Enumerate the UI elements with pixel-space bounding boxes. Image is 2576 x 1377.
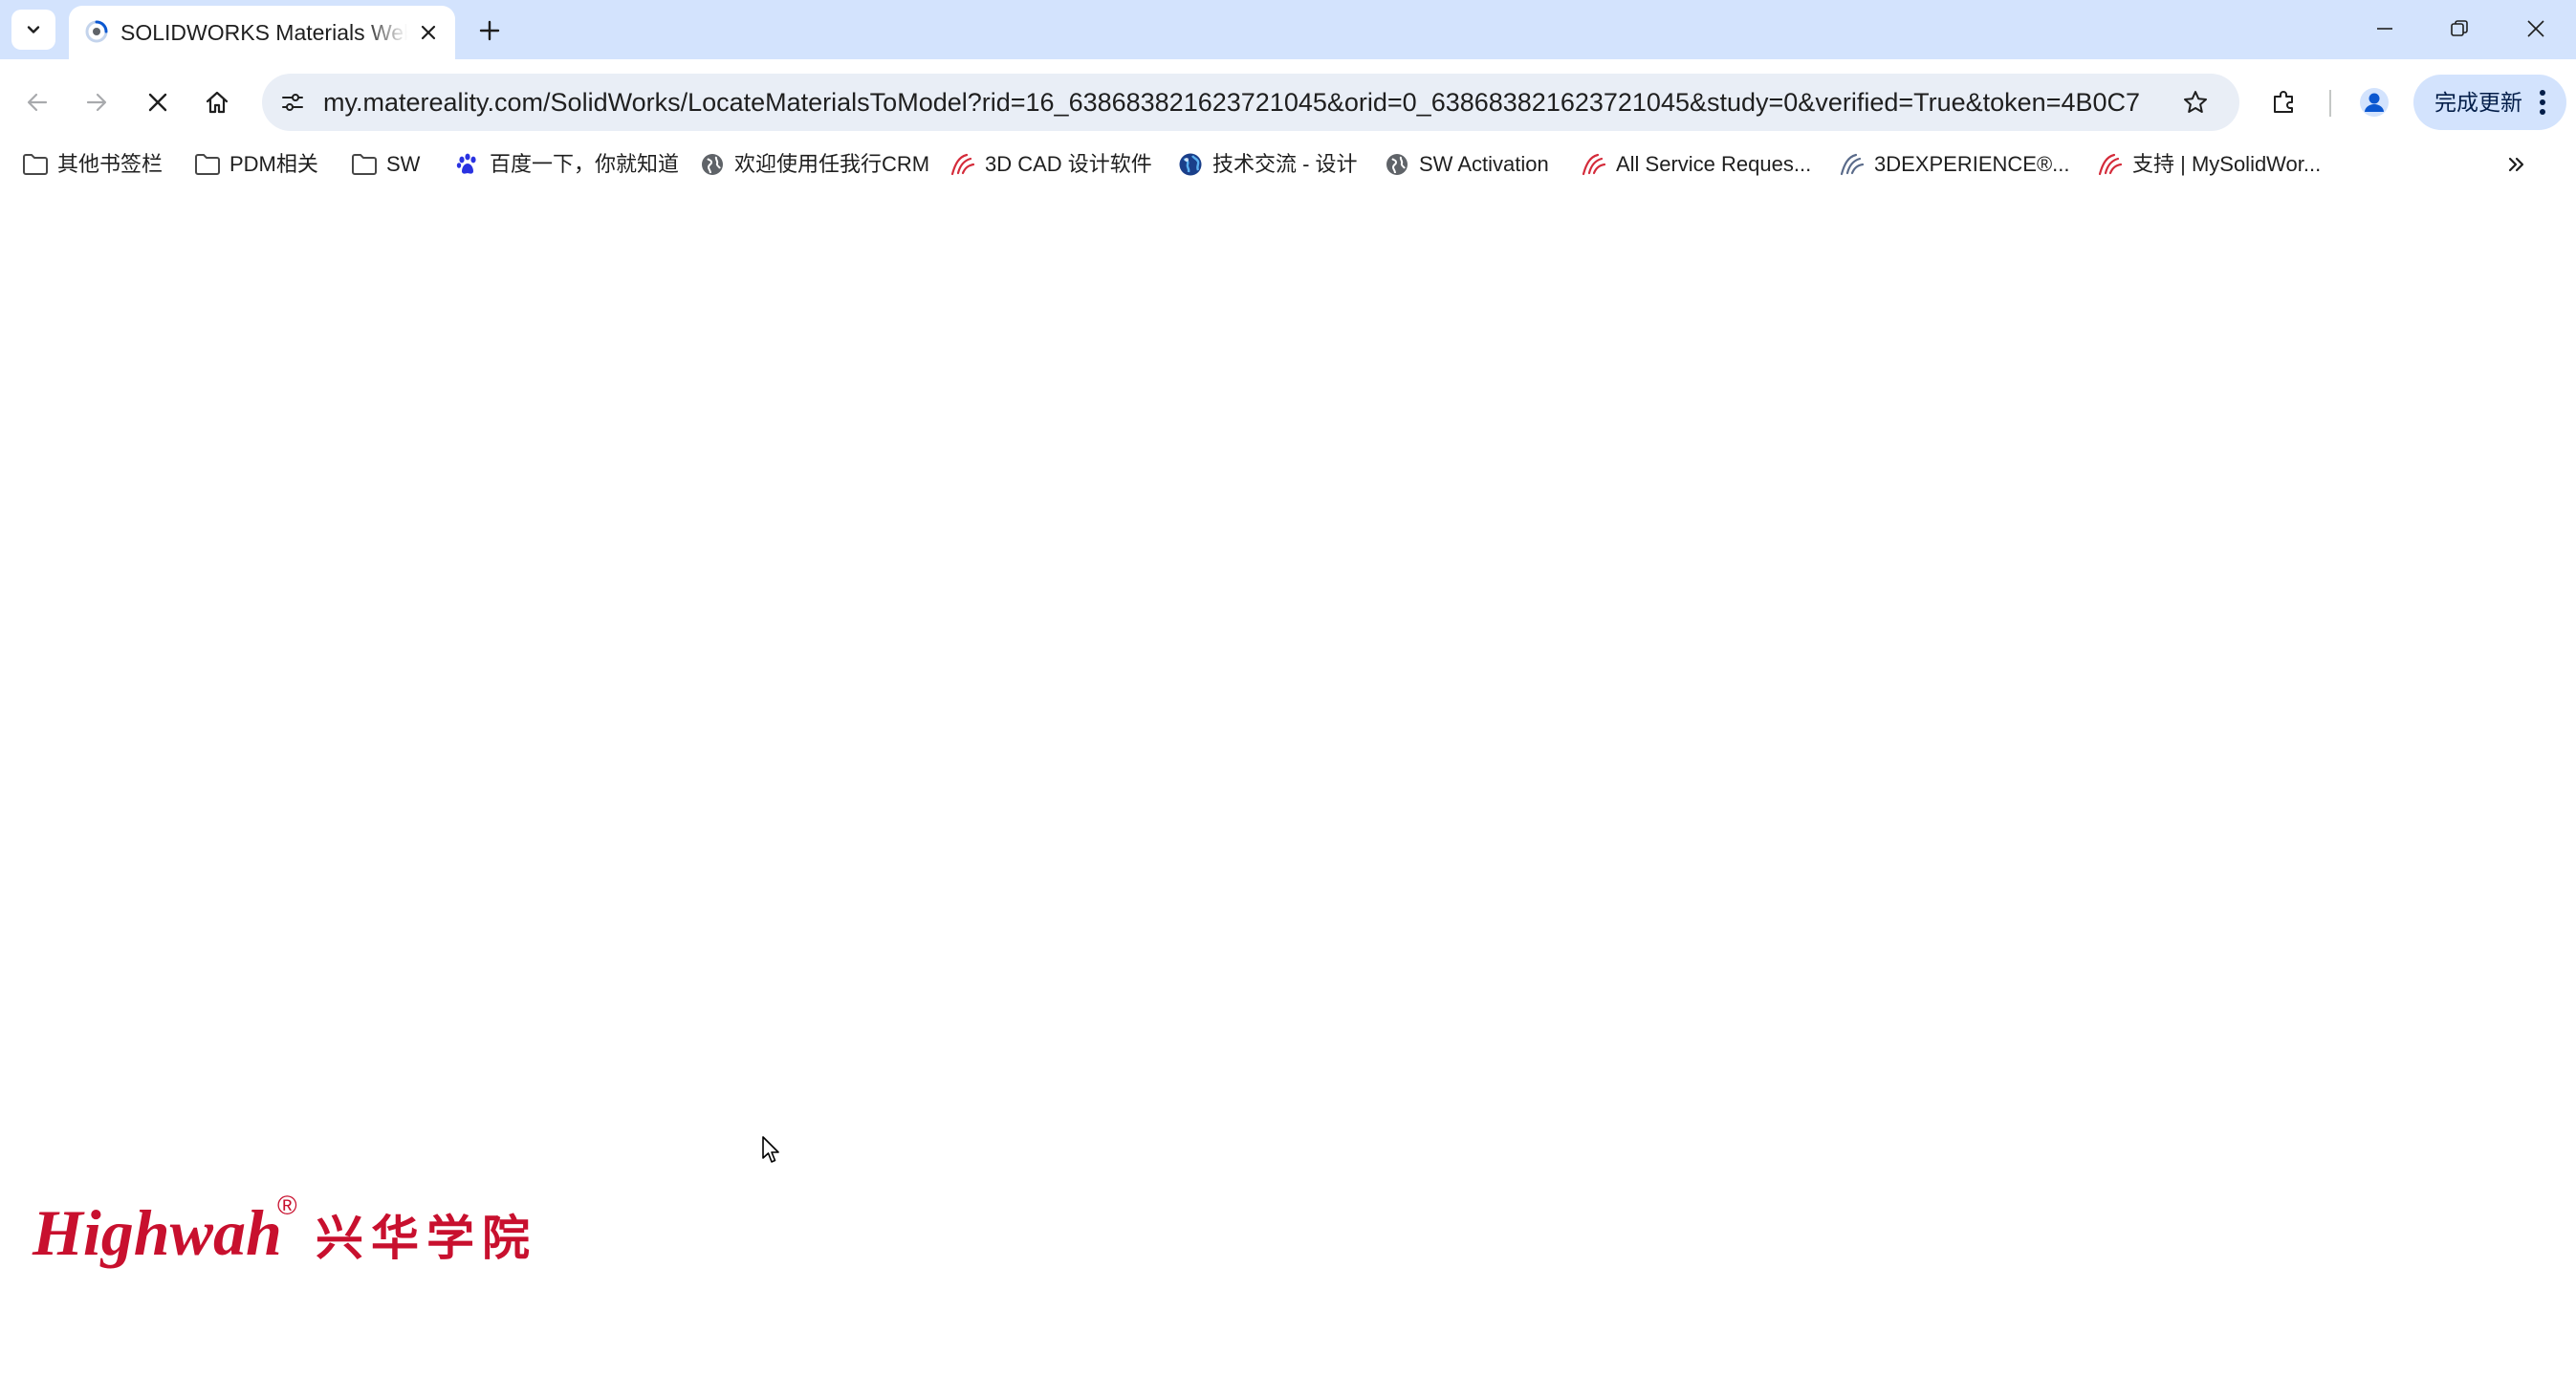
globe-icon [698,150,727,179]
highwah-watermark-logo: Highwah ® 兴华学院 [32,1191,537,1269]
more-menu-button[interactable] [2526,83,2559,121]
avatar-icon [2360,88,2389,117]
update-button[interactable]: 完成更新 [2413,75,2566,130]
chevron-double-right-icon [2508,157,2524,172]
home-icon [206,91,229,114]
folder-icon [21,150,50,179]
browser-window: SOLIDWORKS Materials Web my.matereality.… [0,0,2576,1377]
watermark-cn-text: 兴华学院 [316,1211,537,1266]
chevron-down-icon [27,26,40,33]
puzzle-icon [2274,91,2293,113]
tab-close-button[interactable] [413,17,444,48]
ds-logo-icon [1838,150,1867,179]
bookmark-item[interactable]: 技术交流 - 设计 [1176,145,1358,184]
toolbar-separator [2329,90,2331,117]
stop-loading-button[interactable] [134,78,182,126]
bookmark-star-button[interactable] [2174,81,2216,123]
globe-icon [1383,150,1411,179]
extensions-button[interactable] [2260,78,2308,126]
forward-button[interactable] [73,78,120,126]
folder-icon [350,150,379,179]
minimize-button[interactable] [2356,8,2413,50]
close-window-button[interactable] [2507,8,2565,50]
site-info-button[interactable] [272,81,314,123]
more-vert-icon [2540,90,2545,115]
restore-icon [2451,20,2468,36]
url-text[interactable]: my.matereality.com/SolidWorks/LocateMate… [323,84,2140,120]
close-icon [148,93,167,112]
plus-icon [479,20,500,41]
bookmarks-overflow-button[interactable] [2498,145,2536,184]
bookmark-item[interactable]: 3DEXPERIENCE®... [1838,145,2070,184]
arrow-right-icon [86,93,107,112]
minimize-icon [2377,28,2392,30]
arrow-left-icon [27,93,48,112]
tab-strip: SOLIDWORKS Materials Web [0,0,2576,59]
tune-icon [282,94,303,111]
ds-logo-icon [949,150,977,179]
navigation-toolbar: my.matereality.com/SolidWorks/LocateMate… [0,59,2576,145]
baidu-paw-icon [453,150,482,179]
ds-logo-icon [2096,150,2125,179]
profile-button[interactable] [2350,78,2398,126]
star-icon [2184,91,2207,113]
tab-search-button[interactable] [11,10,55,50]
earth-icon [1176,150,1205,179]
tab-title: SOLIDWORKS Materials Web [120,20,407,45]
bookmark-item[interactable]: 其他书签栏 [21,145,163,184]
folder-icon [193,150,222,179]
mouse-cursor-icon [762,1136,779,1163]
update-label: 完成更新 [2434,90,2522,115]
restore-button[interactable] [2431,8,2488,50]
active-tab[interactable]: SOLIDWORKS Materials Web [69,6,455,59]
bookmark-item[interactable]: SW Activation [1383,145,1549,184]
bookmark-item[interactable]: SW [350,145,420,184]
back-button[interactable] [13,78,61,126]
close-icon [2527,20,2544,37]
bookmark-item[interactable]: 支持 | MySolidWor... [2096,145,2321,184]
bookmark-item[interactable]: 3D CAD 设计软件 [949,145,1152,184]
ds-logo-icon [1580,150,1608,179]
address-bar[interactable]: my.matereality.com/SolidWorks/LocateMate… [262,74,2239,131]
bookmark-item[interactable]: 百度一下，你就知道 [453,145,679,184]
loading-spinner-icon [85,20,108,43]
close-icon [421,25,436,40]
bookmark-item[interactable]: All Service Reques... [1580,145,1811,184]
bookmark-item[interactable]: PDM相关 [193,145,318,184]
new-tab-button[interactable] [470,13,509,48]
bookmark-item[interactable]: 欢迎使用任我行CRM [698,145,929,184]
bookmarks-bar: 其他书签栏 PDM相关 SW 百度一下，你就知道 欢迎使用任我行CRM 3D C… [0,145,2576,184]
watermark-brand: Highwah [32,1196,282,1269]
watermark-registered-mark: ® [277,1191,297,1220]
home-button[interactable] [193,78,241,126]
